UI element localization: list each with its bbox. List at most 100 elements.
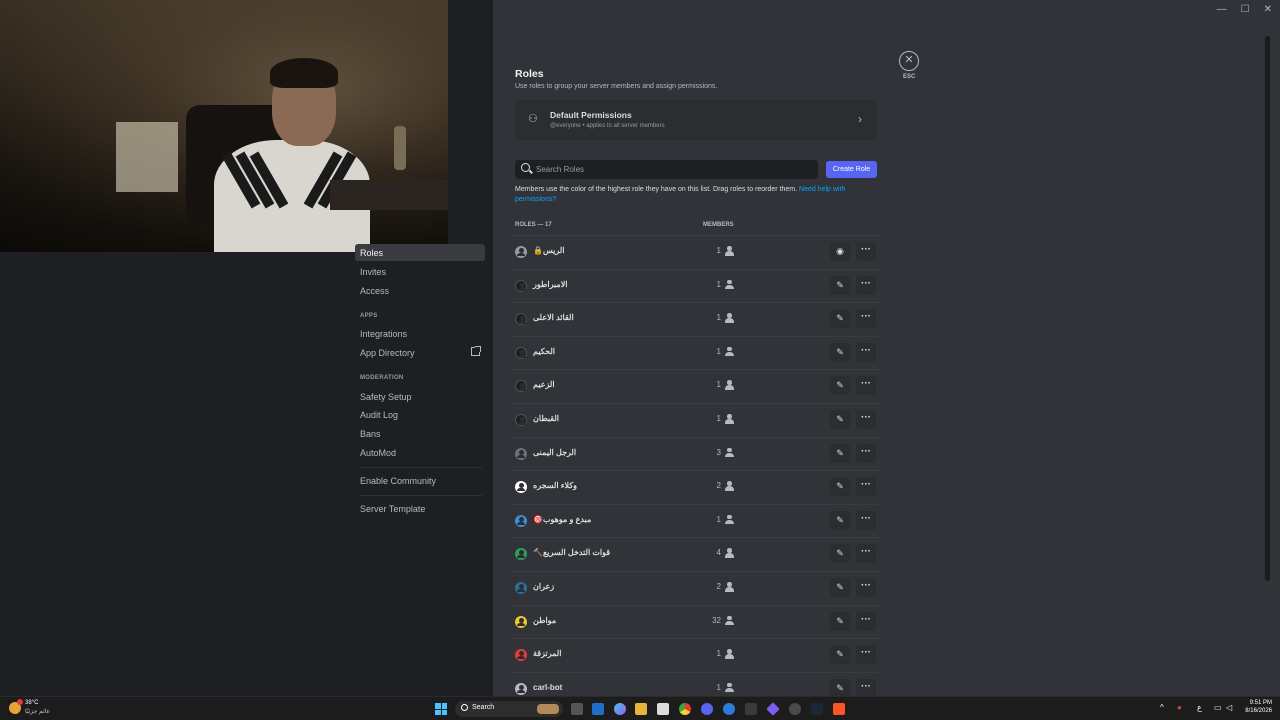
role-color-icon [515, 682, 527, 695]
more-options-icon[interactable]: ··· [856, 611, 876, 631]
role-color-icon [515, 514, 527, 527]
app-icon[interactable] [723, 703, 735, 715]
app-icon[interactable] [766, 702, 780, 716]
app-icon[interactable] [789, 703, 801, 715]
role-name: القبطان [533, 414, 559, 423]
role-row[interactable]: الامبراطور 1 ✎ ··· [510, 268, 880, 302]
role-row[interactable]: وكلاء السجره 2 ✎ ··· [510, 470, 880, 503]
view-role-eye-icon[interactable]: ◉ [830, 242, 850, 261]
role-member-count: 1 [716, 279, 721, 289]
role-member-count: 1 [716, 380, 721, 390]
more-options-icon[interactable]: ··· [856, 443, 876, 463]
sidebar-item-server-template[interactable]: Server Template [360, 504, 425, 514]
role-row[interactable]: الحكيم 1 ✎ ··· [510, 335, 880, 369]
chevron-up-icon[interactable]: ^ [1160, 703, 1164, 712]
role-row[interactable]: زعران 2 ✎ ··· [510, 571, 880, 604]
taskbar-search[interactable]: Search [455, 701, 563, 717]
edit-role-pencil-icon[interactable]: ✎ [830, 443, 850, 463]
sidebar-item-bans[interactable]: Bans [360, 429, 381, 439]
default-permissions-card[interactable]: ⚇ Default Permissions @everyone • applie… [515, 100, 877, 140]
store-icon[interactable] [592, 703, 604, 715]
more-options-icon[interactable]: ··· [856, 510, 876, 530]
role-row[interactable]: القائد الاعلى 1 ✎ ··· [510, 302, 880, 335]
more-options-icon[interactable]: ··· [856, 410, 876, 429]
sidebar-item-invites[interactable]: Invites [360, 267, 386, 277]
more-options-icon[interactable]: ··· [856, 242, 876, 261]
close-window-icon[interactable]: ✕ [1264, 4, 1272, 15]
edit-role-pencil-icon[interactable]: ✎ [830, 309, 850, 329]
more-options-icon[interactable]: ··· [856, 645, 876, 665]
more-options-icon[interactable]: ··· [856, 275, 876, 295]
edit-role-pencil-icon[interactable]: ✎ [830, 275, 850, 295]
edit-role-pencil-icon[interactable]: ✎ [830, 410, 850, 429]
role-row[interactable]: الزعيم 1 ✎ ··· [510, 369, 880, 402]
microphone-icon[interactable]: ● [1177, 703, 1182, 712]
edit-role-pencil-icon[interactable]: ✎ [830, 510, 850, 530]
more-options-icon[interactable]: ··· [856, 544, 876, 564]
more-options-icon[interactable]: ··· [856, 342, 876, 362]
edit-role-pencil-icon[interactable]: ✎ [830, 342, 850, 362]
volume-icon[interactable]: ◁ [1226, 703, 1232, 712]
close-settings-button[interactable]: ✕ [899, 51, 919, 71]
clock-time[interactable]: 9:51 PM [1246, 700, 1272, 706]
clock-date[interactable]: 8/16/2026 [1240, 708, 1272, 714]
copilot-icon[interactable] [614, 703, 626, 715]
sidebar-item-roles-label[interactable]: Roles [360, 248, 383, 258]
chrome-icon[interactable] [679, 703, 691, 715]
role-row[interactable]: القبطان 1 ✎ ··· [510, 403, 880, 436]
language-indicator[interactable]: ع [1197, 703, 1202, 712]
sidebar-item-automod[interactable]: AutoMod [360, 448, 396, 458]
edit-role-pencil-icon[interactable]: ✎ [830, 578, 850, 597]
role-color-icon [515, 615, 527, 628]
sidebar-item-audit-log[interactable]: Audit Log [360, 410, 398, 420]
role-row[interactable]: 🔨قوات التدخل السريع 4 ✎ ··· [510, 537, 880, 570]
edit-role-pencil-icon[interactable]: ✎ [830, 645, 850, 665]
more-options-icon[interactable]: ··· [856, 678, 876, 698]
weather-temp: 38°C [25, 700, 39, 706]
wall-paper [116, 122, 178, 192]
scrollbar[interactable] [1265, 36, 1270, 581]
edit-role-pencil-icon[interactable]: ✎ [830, 611, 850, 631]
sidebar-item-enable-community[interactable]: Enable Community [360, 476, 436, 486]
steam-icon[interactable] [811, 703, 823, 715]
discord-icon[interactable] [701, 703, 713, 715]
role-name: زعران [533, 582, 555, 591]
task-view-icon[interactable] [571, 703, 583, 715]
search-roles-box [515, 160, 818, 179]
role-color-icon [515, 447, 527, 460]
search-roles-input[interactable] [536, 160, 811, 179]
edit-role-pencil-icon[interactable]: ✎ [830, 376, 850, 396]
app-icon[interactable] [745, 703, 757, 715]
create-role-button[interactable]: Create Role [826, 161, 877, 178]
sidebar-item-safety-setup[interactable]: Safety Setup [360, 392, 412, 402]
role-row[interactable]: 🔒الريس 1 ◉ ··· [510, 235, 880, 268]
edit-role-pencil-icon[interactable]: ✎ [830, 477, 850, 497]
role-row[interactable]: مواطن 32 ✎ ··· [510, 604, 880, 638]
minimize-icon[interactable]: — [1217, 4, 1227, 15]
role-color-icon [515, 548, 527, 561]
role-name: الرجل اليمنى [533, 447, 577, 457]
search-icon [461, 704, 468, 711]
chevron-right-icon: › [858, 112, 862, 126]
network-icon[interactable]: ▭ [1214, 703, 1222, 712]
role-row[interactable]: المرتزقة 1 ✎ ··· [510, 638, 880, 671]
person-icon [724, 548, 734, 558]
edit-role-pencil-icon[interactable]: ✎ [830, 544, 850, 564]
more-options-icon[interactable]: ··· [856, 309, 876, 329]
more-options-icon[interactable]: ··· [856, 477, 876, 497]
more-options-icon[interactable]: ··· [856, 578, 876, 597]
role-color-icon [515, 313, 527, 326]
sidebar-item-access[interactable]: Access [360, 286, 389, 296]
windows-start-icon[interactable] [435, 703, 447, 715]
edit-role-pencil-icon[interactable]: ✎ [830, 678, 850, 698]
sidebar-item-integrations[interactable]: Integrations [360, 329, 407, 339]
more-options-icon[interactable]: ··· [856, 376, 876, 396]
default-permissions-title: Default Permissions [550, 110, 632, 120]
file-explorer-icon[interactable] [635, 703, 647, 715]
role-row[interactable]: الرجل اليمنى 3 ✎ ··· [510, 436, 880, 470]
role-row[interactable]: 🎯مبدع و موهوب 1 ✎ ··· [510, 503, 880, 537]
brave-icon[interactable] [833, 703, 845, 715]
maximize-icon[interactable]: ☐ [1241, 4, 1250, 15]
calendar-icon[interactable] [657, 703, 669, 715]
sidebar-item-app-directory[interactable]: App Directory [360, 348, 415, 358]
